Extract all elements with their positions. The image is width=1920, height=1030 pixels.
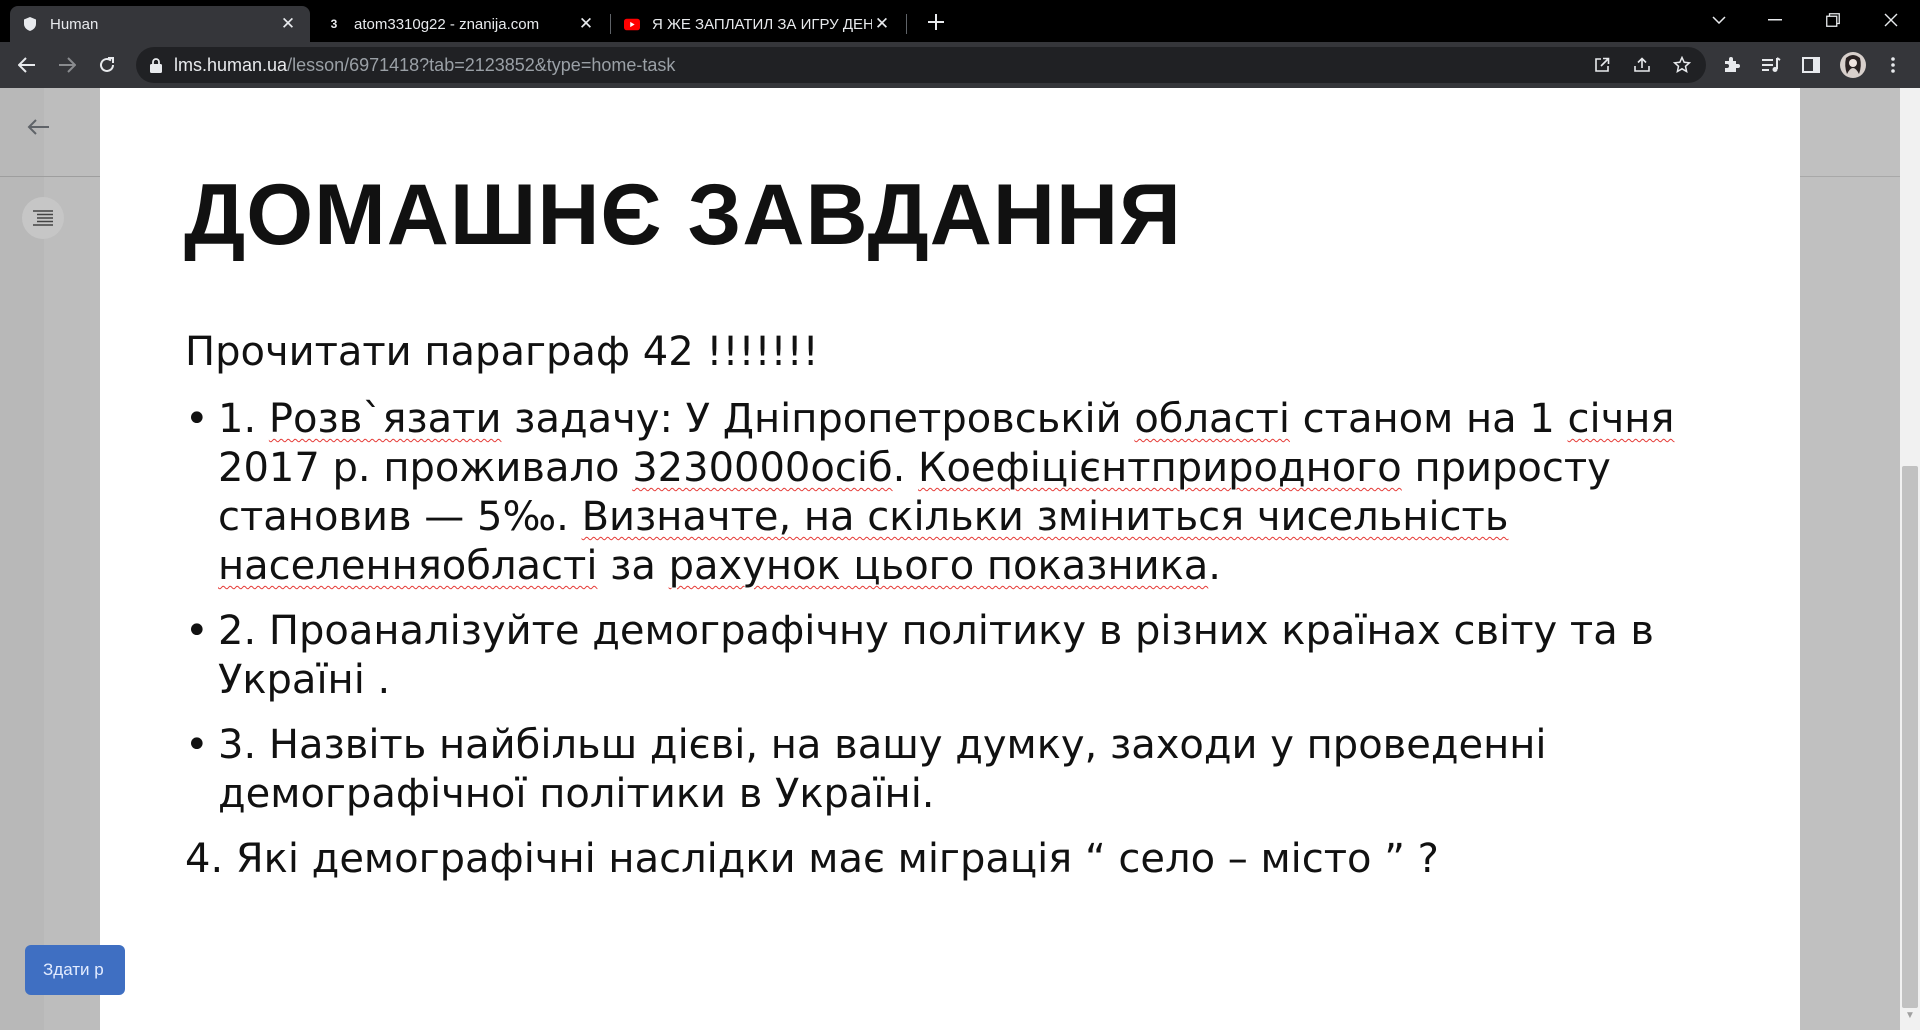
text-run: . — [1208, 543, 1221, 589]
youtube-icon — [624, 16, 640, 32]
restore-icon[interactable] — [1810, 0, 1856, 40]
tab-title: atom3310g22 - znanija.com — [354, 15, 540, 33]
znanija-3-icon: 3 — [330, 17, 338, 31]
media-queue-icon[interactable] — [1756, 50, 1786, 80]
header-divider — [1800, 176, 1900, 177]
text-run: рахунок цього показника — [668, 543, 1209, 589]
more-menu-icon[interactable] — [1878, 50, 1908, 80]
text-run: 3230000осіб — [632, 445, 893, 491]
submit-homework-button[interactable]: Здати р — [25, 945, 125, 995]
close-icon[interactable]: ✕ — [872, 14, 892, 34]
forward-arrow-icon[interactable] — [52, 50, 82, 80]
slide-body: Прочитати параграф 42 !!!!!!! 1. Розв`яз… — [185, 328, 1755, 884]
back-arrow-icon[interactable] — [26, 118, 60, 148]
text-run: 2017 р. проживало — [218, 445, 633, 491]
scrollbar-thumb[interactable] — [1902, 466, 1918, 1008]
text-run: 1. — [218, 396, 269, 442]
task-item-3: 3. Назвіть найбільш дієві, на вашу думку… — [185, 721, 1755, 819]
browser-toolbar: lms.human.ua/lesson/6971418?tab=2123852&… — [0, 42, 1920, 88]
open-in-app-icon[interactable] — [1590, 53, 1614, 77]
tab-znanija[interactable]: 3 atom3310g22 - znanija.com ✕ — [314, 6, 608, 42]
url-host: lms.human.ua — [174, 54, 288, 75]
text-run: станом на 1 — [1289, 396, 1568, 442]
tab-youtube[interactable]: Я ЖЕ ЗАПЛАТИЛ ЗА ИГРУ ДЕНЬ ✕ — [612, 6, 904, 42]
tab-strip: Human ✕ 3 atom3310g22 - znanija.com ✕ Я … — [0, 0, 1920, 42]
text-run: Розв`язати — [268, 396, 502, 442]
minimize-icon[interactable] — [1752, 0, 1798, 40]
tab-title: Я ЖЕ ЗАПЛАТИЛ ЗА ИГРУ ДЕНЬ — [652, 15, 872, 33]
text-run: січня — [1567, 396, 1675, 442]
lock-icon[interactable] — [150, 57, 162, 73]
slide-intro: Прочитати параграф 42 !!!!!!! — [185, 329, 819, 375]
text-run: за — [597, 543, 669, 589]
task-item-1: 1. Розв`язати задачу: У Дніпропетровські… — [185, 395, 1755, 591]
page-viewport: ДОМАШНЄ ЗАВДАННЯ Прочитати параграф 42 !… — [0, 88, 1920, 1030]
slide-title: ДОМАШНЄ ЗАВДАННЯ — [184, 167, 1182, 263]
close-icon[interactable]: ✕ — [278, 14, 298, 34]
text-run: Коефіцієнтприродного — [918, 445, 1402, 491]
homework-slide: ДОМАШНЄ ЗАВДАННЯ Прочитати параграф 42 !… — [100, 88, 1800, 1030]
right-gutter — [1800, 88, 1900, 1030]
close-icon[interactable]: ✕ — [576, 14, 596, 34]
task-item-4: 4. Які демографічні наслідки має міграці… — [185, 836, 1439, 882]
url-text: lms.human.ua/lesson/6971418?tab=2123852&… — [174, 55, 675, 76]
tab-search-chevron-icon[interactable] — [1696, 0, 1742, 40]
tab-separator — [906, 14, 907, 34]
share-icon[interactable] — [1630, 53, 1654, 77]
header-divider — [0, 176, 100, 177]
reload-icon[interactable] — [92, 50, 122, 80]
window-close-icon[interactable] — [1868, 0, 1914, 40]
human-shield-icon — [22, 16, 38, 32]
text-run: . — [892, 445, 919, 491]
address-bar[interactable]: lms.human.ua/lesson/6971418?tab=2123852&… — [136, 47, 1706, 83]
side-panel-icon[interactable] — [1796, 50, 1826, 80]
new-tab-plus-icon[interactable] — [922, 8, 950, 36]
task-item-2: 2. Проаналізуйте демографічну політику в… — [185, 607, 1755, 705]
text-lines-icon[interactable] — [22, 197, 64, 239]
extensions-puzzle-icon[interactable] — [1716, 50, 1746, 80]
text-run: області — [1134, 396, 1290, 442]
url-path: /lesson/6971418?tab=2123852&type=home-ta… — [287, 54, 676, 75]
tab-human[interactable]: Human ✕ — [10, 6, 310, 42]
back-arrow-icon[interactable] — [12, 50, 42, 80]
bookmark-star-icon[interactable] — [1670, 53, 1694, 77]
profile-avatar[interactable] — [1838, 50, 1868, 80]
tab-separator — [610, 14, 611, 34]
text-run: задачу: У Дніпропетровській — [501, 396, 1135, 442]
tab-title: Human — [50, 15, 99, 33]
scroll-down-arrow-icon[interactable]: ▼ — [1904, 1010, 1916, 1022]
